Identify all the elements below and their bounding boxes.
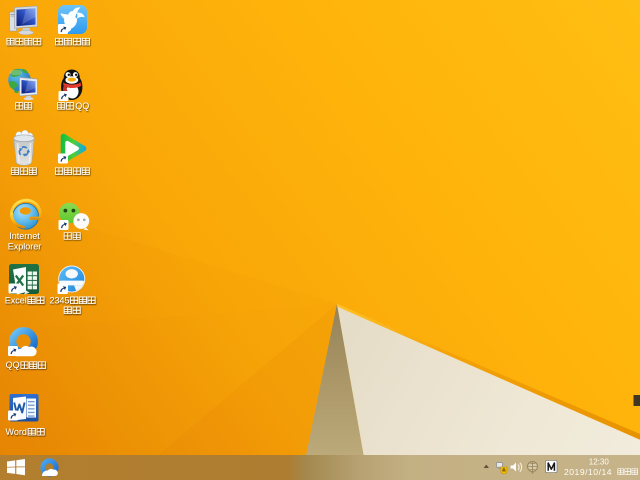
svg-text:QQ: QQ [75,101,89,111]
svg-text:2019/10/14: 2019/10/14 [564,467,612,477]
svg-text:Excel: Excel [5,295,27,305]
svg-text:QQ: QQ [6,360,20,370]
svg-text:2345: 2345 [50,295,70,305]
svg-text:Explorer: Explorer [8,241,42,251]
svg-text:Word: Word [6,427,27,437]
svg-text:12:30: 12:30 [589,457,610,466]
svg-text:Internet: Internet [9,231,40,241]
